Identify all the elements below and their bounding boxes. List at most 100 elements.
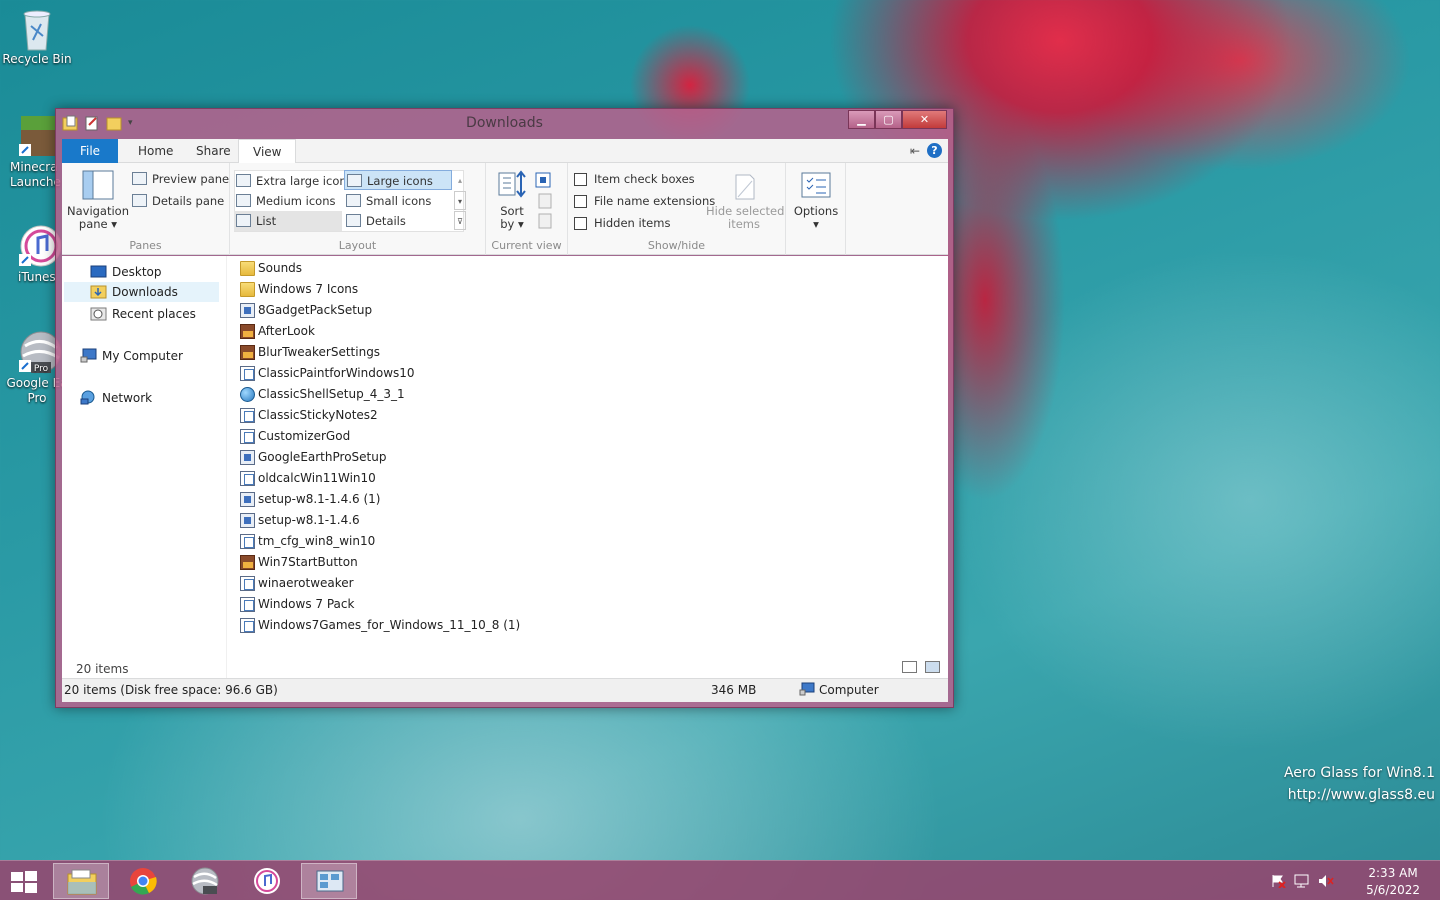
navigation-pane-label: Navigation pane ▾ [66, 204, 130, 231]
setup-file-icon [240, 450, 255, 465]
taskbar-chrome[interactable] [115, 863, 171, 899]
details-option[interactable]: Details [344, 211, 452, 231]
file-name: setup-w8.1-1.4.6 (1) [258, 492, 381, 506]
items-count: 20 items [76, 662, 129, 676]
maximize-button[interactable]: ▢ [875, 110, 902, 129]
large-icons-view-icon[interactable] [925, 661, 940, 673]
item-check-boxes-box[interactable] [574, 173, 587, 186]
explorer-window: ▾ Downloads ▁ ▢ ✕ File Home Share View ⇤… [55, 108, 954, 708]
file-list-item[interactable]: AfterLook [240, 321, 315, 342]
taskbar-google-earth-pro[interactable] [177, 863, 233, 899]
group-panes: Navigation pane ▾ Preview pane Details p… [62, 163, 230, 255]
details-pane-icon [132, 194, 147, 207]
details-view-icon[interactable] [902, 661, 917, 673]
app-file-icon [240, 597, 255, 612]
details-pane-button[interactable]: Details pane [130, 191, 224, 211]
group-by-icon[interactable] [534, 171, 556, 189]
file-list-item[interactable]: GoogleEarthProSetup [240, 447, 386, 468]
nav-network[interactable]: Network [80, 388, 218, 408]
small-icons-option[interactable]: Small icons [344, 191, 452, 211]
taskbar-control-panel[interactable] [301, 863, 357, 899]
medium-icons-option[interactable]: Medium icons [234, 191, 342, 211]
clock[interactable]: 2:33 AM 5/6/2022 [1366, 865, 1420, 899]
start-button[interactable] [10, 870, 38, 894]
hidden-items-box[interactable] [574, 217, 587, 230]
options-button[interactable]: Options ▾ [790, 169, 842, 231]
app-file-icon [240, 534, 255, 549]
extra-large-icons-option[interactable]: Extra large icons [234, 171, 353, 191]
file-name: ClassicPaintforWindows10 [258, 366, 415, 380]
file-list-item[interactable]: setup-w8.1-1.4.6 (1) [240, 489, 380, 510]
nav-my-computer[interactable]: My Computer [80, 346, 218, 366]
layout-more-icon[interactable]: ⊽ [454, 211, 466, 230]
layout-scroll-up-icon[interactable]: ▴ [454, 171, 466, 190]
hidden-items-checkbox[interactable]: Hidden items [574, 213, 670, 233]
close-button[interactable]: ✕ [902, 110, 947, 129]
network-status-icon[interactable] [1294, 874, 1310, 888]
file-name-extensions-label: File name extensions [594, 194, 716, 208]
downloads-folder-icon [90, 284, 107, 299]
tab-home[interactable]: Home [124, 139, 187, 163]
folder-icon [240, 261, 255, 276]
options-icon [800, 169, 832, 201]
hide-selected-items-button[interactable]: Hide selected items [706, 173, 784, 231]
large-icons-label: Large icons [367, 174, 433, 188]
globe-file-icon [240, 387, 255, 402]
computer-icon [80, 348, 97, 363]
app-file-icon [240, 576, 255, 591]
status-size: 346 MB [711, 683, 757, 697]
file-list-item[interactable]: ClassicShellSetup_4_3_1 [240, 384, 405, 405]
nav-recent-places-label: Recent places [112, 307, 196, 321]
taskbar-file-explorer[interactable] [53, 863, 109, 899]
file-list-item[interactable]: tm_cfg_win8_win10 [240, 531, 375, 552]
tab-view[interactable]: View [238, 139, 297, 164]
group-show-hide: Item check boxes File name extensions Hi… [568, 163, 786, 255]
expand-ribbon-icon[interactable]: ⇤ [910, 144, 920, 158]
volume-muted-icon[interactable] [1318, 874, 1334, 888]
desktop-icon-recycle-bin[interactable]: Recycle Bin [0, 6, 74, 67]
navigation-pane-icon [82, 169, 114, 201]
file-list-item[interactable]: ClassicPaintforWindows10 [240, 363, 415, 384]
file-list-item[interactable]: setup-w8.1-1.4.6 [240, 510, 360, 531]
action-center-flag-icon[interactable] [1270, 874, 1286, 889]
itunes-icon [251, 867, 283, 895]
sort-by-button[interactable]: Sort by ▾ [492, 169, 532, 231]
file-name: GoogleEarthProSetup [258, 450, 387, 464]
file-list-item[interactable]: Windows 7 Pack [240, 594, 354, 615]
desktop-icon [90, 264, 107, 279]
title-bar[interactable]: ▾ Downloads ▁ ▢ ✕ [56, 109, 953, 139]
tab-file[interactable]: File [62, 139, 118, 163]
file-name: oldcalcWin11Win10 [258, 471, 376, 485]
file-name: Windows7Games_for_Windows_11_10_8 (1) [258, 618, 521, 632]
preview-pane-label: Preview pane [152, 172, 230, 186]
preview-pane-button[interactable]: Preview pane [130, 169, 229, 189]
file-list-item[interactable]: oldcalcWin11Win10 [240, 468, 376, 489]
list-option[interactable]: List [234, 211, 342, 231]
file-list-item[interactable]: CustomizerGod [240, 426, 350, 447]
file-list-item[interactable]: Sounds [240, 258, 302, 279]
file-name-extensions-checkbox[interactable]: File name extensions [574, 191, 715, 211]
status-bar: 20 items (Disk free space: 96.6 GB) 346 … [62, 678, 948, 702]
item-check-boxes-checkbox[interactable]: Item check boxes [574, 169, 695, 189]
watermark-line2: http://www.glass8.eu [1287, 787, 1435, 803]
large-icons-option[interactable]: Large icons [344, 170, 452, 190]
navigation-pane-button[interactable]: Navigation pane ▾ [64, 169, 132, 231]
file-list-item[interactable]: Win7StartButton [240, 552, 358, 573]
tab-share[interactable]: Share [182, 139, 245, 163]
file-list-item[interactable]: Windows 7 Icons [240, 279, 358, 300]
nav-downloads[interactable]: Downloads [64, 282, 219, 302]
file-list-item[interactable]: 8GadgetPackSetup [240, 300, 372, 321]
file-name: ClassicShellSetup_4_3_1 [258, 387, 405, 401]
layout-scroll-down-icon[interactable]: ▾ [454, 191, 466, 210]
file-list-item[interactable]: Windows7Games_for_Windows_11_10_8 (1) [240, 615, 520, 636]
file-list-item[interactable]: BlurTweakerSettings [240, 342, 380, 363]
taskbar-itunes[interactable] [239, 863, 295, 899]
nav-recent-places[interactable]: Recent places [90, 304, 218, 324]
file-list-item[interactable]: winaerotweaker [240, 573, 354, 594]
nav-desktop[interactable]: Desktop [90, 262, 218, 282]
file-list-item[interactable]: ClassicStickyNotes2 [240, 405, 378, 426]
itunes-icon [17, 224, 62, 268]
help-icon[interactable]: ? [927, 143, 942, 158]
minimize-button[interactable]: ▁ [848, 110, 875, 129]
file-name-extensions-box[interactable] [574, 195, 587, 208]
